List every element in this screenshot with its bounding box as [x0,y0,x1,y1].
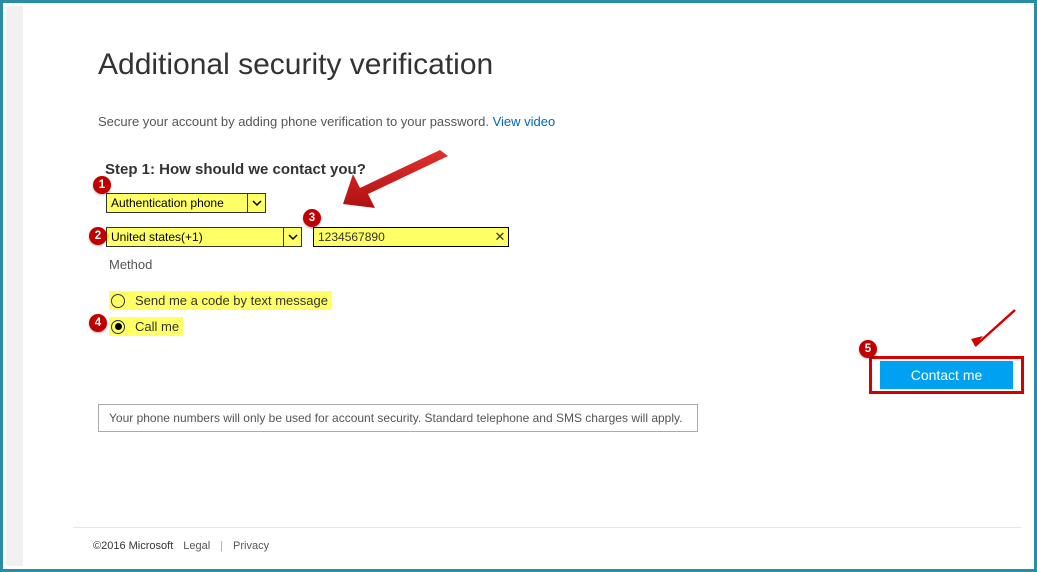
step-1-heading: Step 1: How should we contact you? [105,161,366,178]
option-text-message-label: Send me a code by text message [135,293,328,308]
annotation-badge-4: 4 [89,314,107,332]
contact-method-select[interactable]: Authentication phone [106,193,266,213]
view-video-link[interactable]: View video [493,114,556,129]
phone-number-input[interactable] [313,227,509,247]
window-frame: Additional security verification Secure … [0,0,1037,572]
chevron-down-icon [283,228,301,246]
page-content: Additional security verification Secure … [23,6,1031,566]
country-code-value: United states(+1) [111,230,203,244]
subtitle-text: Secure your account by adding phone veri… [98,114,493,129]
option-call-me-label: Call me [135,319,179,334]
radio-icon [111,294,125,308]
country-code-select[interactable]: United states(+1) [106,227,302,247]
footer-legal-link[interactable]: Legal [183,540,210,552]
annotation-badge-3: 3 [303,209,321,227]
contact-button-highlight: Contact me [869,356,1024,394]
footer-divider: | [220,540,223,552]
contact-method-value: Authentication phone [111,196,224,210]
annotation-badge-5: 5 [859,340,877,358]
left-gutter [6,6,23,566]
footer-copyright: ©2016 Microsoft [93,540,173,552]
clear-input-icon[interactable]: ✕ [491,227,509,247]
method-label: Method [109,257,152,272]
annotation-badge-1: 1 [93,176,111,194]
footer-separator [73,527,1021,528]
annotation-arrow-icon [323,148,453,218]
footer-privacy-link[interactable]: Privacy [233,540,269,552]
option-call-me[interactable]: Call me [109,317,183,336]
contact-me-button[interactable]: Contact me [880,361,1013,389]
annotation-arrow-icon [963,306,1023,356]
security-notice: Your phone numbers will only be used for… [98,404,698,432]
page-subtitle: Secure your account by adding phone veri… [98,114,555,129]
chevron-down-icon [247,194,265,212]
option-text-message[interactable]: Send me a code by text message [109,291,332,310]
annotation-badge-2: 2 [89,227,107,245]
page-title: Additional security verification [98,48,493,82]
radio-icon-selected [111,320,125,334]
page-footer: ©2016 Microsoft Legal | Privacy [93,540,269,552]
